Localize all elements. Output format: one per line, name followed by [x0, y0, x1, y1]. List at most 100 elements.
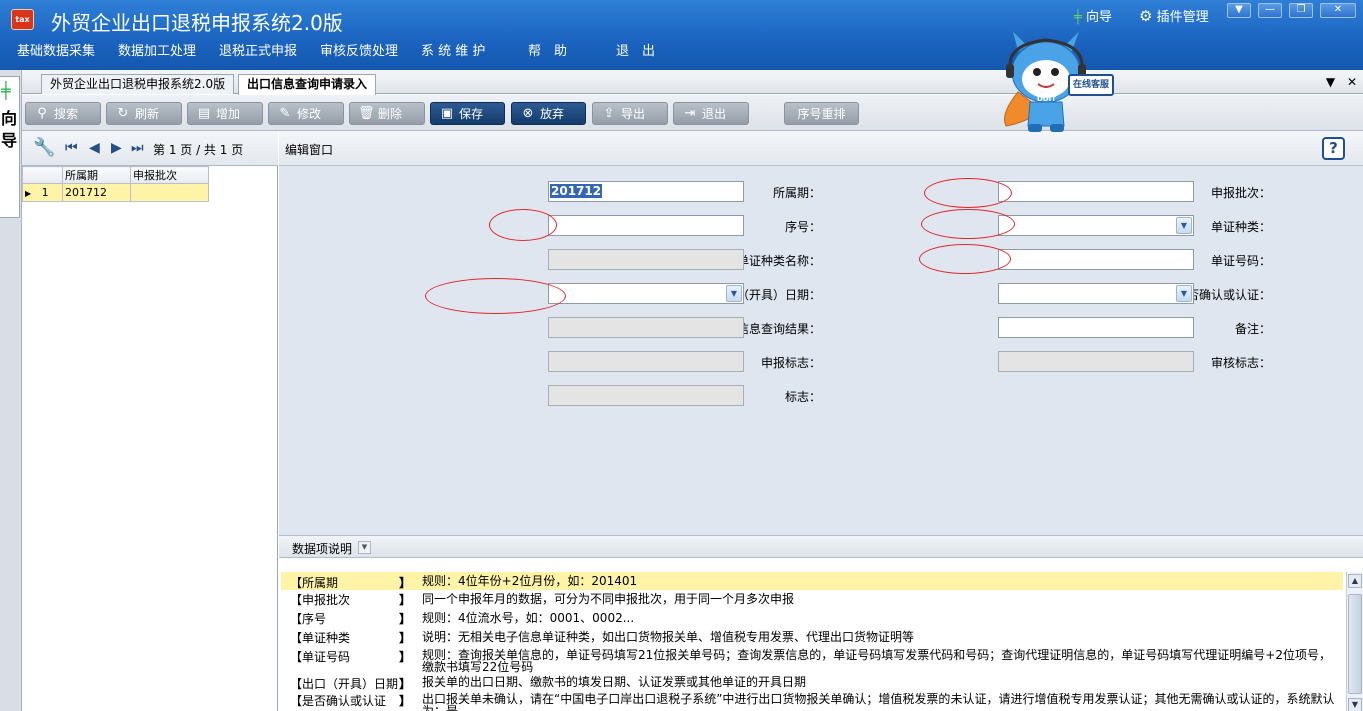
- refresh-icon: ↻: [117, 106, 129, 121]
- edit-panel: 编辑窗口 ? 所属期： 201712 申报批次： 序号： 单证种类： ▼ 单证种…: [279, 131, 1363, 535]
- guide-tab[interactable]: ╪ 向 导: [0, 76, 20, 218]
- abandon-button[interactable]: ⊗ 放弃: [511, 102, 586, 125]
- column-header[interactable]: 申报批次: [130, 166, 209, 184]
- add-icon: ▤: [197, 106, 211, 121]
- guide-tab-char: 导: [1, 131, 18, 150]
- delete-button[interactable]: 🗑 删除: [349, 102, 425, 125]
- list-item[interactable]: 【序号 】 规则：4位流水号，如：0001、0002...: [281, 610, 1343, 628]
- tab-main-system[interactable]: 外贸企业出口退税申报系统2.0版: [41, 74, 235, 94]
- exit-button[interactable]: ⇥ 退出: [673, 102, 749, 125]
- tab-list-icon[interactable]: ▼: [1326, 75, 1335, 89]
- guide-tab-char: 向: [1, 109, 18, 128]
- flag-label: 标志：: [784, 390, 821, 404]
- annotation-oval: [425, 278, 566, 314]
- doc-no-label: 单证号码：: [1210, 254, 1271, 268]
- grid-corner: [22, 166, 63, 184]
- menu-audit-feedback[interactable]: 审核反馈处理: [320, 40, 398, 59]
- tab-close-area: ▼ ✕: [1326, 75, 1357, 89]
- seq-field[interactable]: [548, 215, 744, 236]
- first-page-icon[interactable]: ⏮: [65, 140, 78, 156]
- doc-no-field[interactable]: [998, 249, 1194, 270]
- edit-header: 编辑窗口 ?: [279, 131, 1363, 166]
- menu-system-maintenance[interactable]: 系 统 维 护: [421, 40, 485, 59]
- list-item[interactable]: 【出口（开具）日期 】 报关单的出口日期、缴款书的填发日期、认证发票或其他单证的…: [281, 675, 1343, 691]
- list-item[interactable]: 【所属期 】 规则：4位年份+2位月份，如：201401: [281, 572, 1343, 590]
- next-page-icon[interactable]: ▶: [111, 140, 122, 156]
- menu-exit[interactable]: 退 出: [616, 40, 655, 59]
- add-button[interactable]: ▤ 增加: [187, 102, 263, 125]
- reorder-seq-button[interactable]: 序号重排: [784, 102, 859, 125]
- audit-flag-field: [998, 351, 1194, 372]
- gear-icon: ⚙: [1139, 7, 1153, 25]
- search-icon: ⚲: [37, 106, 47, 121]
- title-bar: tax 外贸企业出口退税申报系统2.0版 基础数据采集 数据加工处理 退税正式申…: [0, 0, 1363, 70]
- table-row[interactable]: ▶ 1 201712: [22, 183, 209, 202]
- menu-formal-declare[interactable]: 退税正式申报: [219, 40, 297, 59]
- batch-label: 申报批次：: [1210, 186, 1271, 200]
- record-nav-bar: 🔧 ⏮ ◀ ▶ ⏭ 第 1 页 / 共 1 页: [22, 131, 278, 166]
- seq-label: 序号：: [784, 220, 821, 234]
- flag-field: [548, 385, 744, 406]
- scroll-thumb[interactable]: [1348, 594, 1362, 694]
- scroll-down-icon[interactable]: ▼: [1348, 698, 1362, 711]
- tab-export-info-query[interactable]: 出口信息查询申请录入: [238, 74, 377, 95]
- row-period[interactable]: 201712: [62, 183, 131, 202]
- grid-header: 所属期 申报批次: [22, 166, 209, 184]
- guide-strip: ╪ 向 导: [0, 70, 22, 711]
- export-icon: ⇪: [603, 106, 615, 121]
- list-item[interactable]: 【单证号码 】 规则：查询报关单信息的，单证号码填写21位报关单号码；查询发票信…: [281, 648, 1343, 674]
- chevron-down-icon[interactable]: ▼: [1176, 217, 1192, 234]
- audit-flag-label: 审核标志：: [1210, 356, 1271, 370]
- save-icon: ▣: [440, 106, 454, 121]
- collapse-arrow-icon[interactable]: ▼: [358, 541, 371, 554]
- wrench-icon[interactable]: 🔧: [33, 137, 55, 158]
- batch-field[interactable]: [998, 181, 1194, 202]
- chevron-down-icon[interactable]: ▼: [726, 285, 742, 302]
- export-date-picker[interactable]: ▼: [548, 283, 744, 304]
- refresh-button[interactable]: ↻ 刷新: [106, 102, 182, 125]
- trash-icon: 🗑: [358, 106, 375, 121]
- remark-field[interactable]: [998, 317, 1194, 338]
- column-header[interactable]: 所属期: [62, 166, 131, 184]
- guide-tab-icon: ╪: [1, 81, 11, 100]
- plugin-manager-link[interactable]: ⚙ 插件管理: [1139, 6, 1209, 25]
- declare-flag-field: [548, 351, 744, 372]
- app-title: 外贸企业出口退税申报系统2.0版: [51, 11, 343, 35]
- list-item[interactable]: 【是否确认或认证 】 出口报关单未确认，请在“中国电子口岸出口退税子系统”中进行…: [281, 692, 1343, 711]
- menu-data-processing[interactable]: 数据加工处理: [118, 40, 196, 59]
- search-button[interactable]: ⚲ 搜索: [25, 102, 101, 125]
- export-button[interactable]: ⇪ 导出: [592, 102, 668, 125]
- last-page-icon[interactable]: ⏭: [131, 140, 144, 156]
- row-batch[interactable]: [130, 183, 209, 202]
- desc-scrollbar[interactable]: ▲ ▼: [1346, 572, 1363, 711]
- period-label: 所属期：: [772, 186, 821, 200]
- scroll-up-icon[interactable]: ▲: [1348, 574, 1362, 588]
- menu-help[interactable]: 帮 助: [528, 40, 567, 59]
- confirmed-select[interactable]: ▼: [998, 283, 1194, 304]
- close-button[interactable]: ✕: [1320, 3, 1356, 18]
- chevron-down-icon[interactable]: ▼: [1176, 285, 1192, 302]
- edit-button[interactable]: ✎ 修改: [268, 102, 344, 125]
- help-button[interactable]: ?: [1322, 137, 1345, 160]
- list-item[interactable]: 【单证种类 】 说明：无相关电子信息单证种类，如出口货物报关单、增值税专用发票、…: [281, 629, 1343, 647]
- list-item[interactable]: 【申报批次 】 同一个申报年月的数据，可分为不同申报批次，用于同一个月多次申报: [281, 591, 1343, 609]
- prev-page-icon[interactable]: ◀: [89, 140, 100, 156]
- close-tab-icon[interactable]: ✕: [1347, 75, 1357, 89]
- data-description-panel: 数据项说明 ▼ 【所属期 】 规则：4位年份+2位月份，如：201401 【申报…: [279, 535, 1363, 711]
- cancel-icon: ⊗: [522, 106, 534, 121]
- mascot-chest-text: DDIT: [1037, 95, 1057, 103]
- doc-type-name-field: [548, 249, 744, 270]
- online-service-mascot[interactable]: DDIT 在线客服: [998, 22, 1123, 134]
- toolbar: ⚲ 搜索 ↻ 刷新 ▤ 增加 ✎ 修改 🗑 删除 ▣ 保存 ⊗ 放弃 ⇪ 导出 ⇥ 退出 序号重排: [22, 95, 1363, 131]
- tab-bar: 外贸企业出口退税申报系统2.0版 出口信息查询申请录入 ▼ ✕: [22, 70, 1363, 95]
- menu-basic-data[interactable]: 基础数据采集: [17, 40, 95, 59]
- period-field[interactable]: 201712: [548, 181, 744, 202]
- restore-button[interactable]: ❐: [1289, 3, 1313, 18]
- desc-title: 数据项说明: [292, 542, 353, 556]
- online-service-badge[interactable]: 在线客服: [1068, 74, 1114, 96]
- edit-window-title: 编辑窗口: [285, 143, 334, 157]
- save-button[interactable]: ▣ 保存: [430, 102, 505, 125]
- dropdown-arrow-button[interactable]: ▼: [1227, 3, 1251, 18]
- minimize-button[interactable]: —: [1258, 3, 1282, 18]
- doc-type-select[interactable]: ▼: [998, 215, 1194, 236]
